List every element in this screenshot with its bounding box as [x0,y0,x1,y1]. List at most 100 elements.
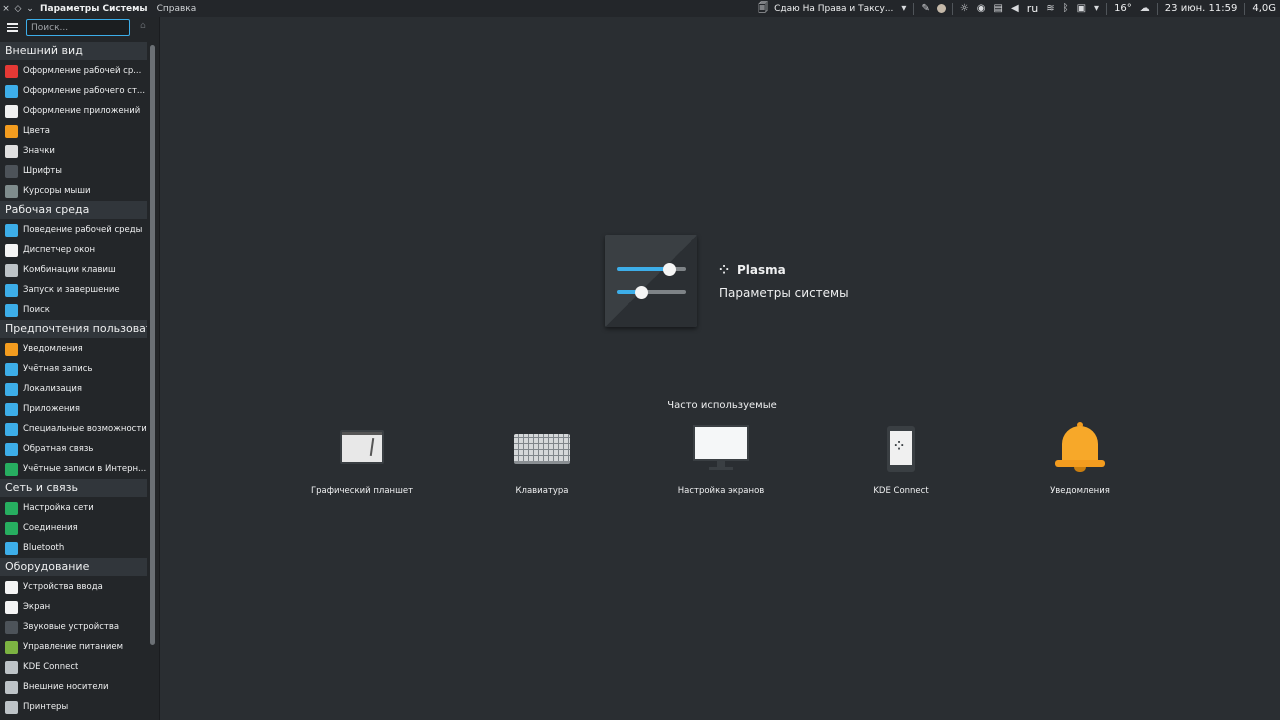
sidebar-item[interactable]: Уведомления [0,339,147,359]
sidebar-item[interactable]: Специальные возможности [0,419,147,439]
sidebar-item-label: Внешние носители [23,682,109,692]
sidebar-scrollbar[interactable] [150,45,155,645]
plasma-brand: ⁘ Plasma [719,263,786,277]
night-color-icon[interactable]: ☼ [960,0,969,17]
sidebar-item[interactable]: Принтеры [0,697,147,717]
digital-clock[interactable]: 23 июн. 11:59 [1165,3,1238,14]
system-settings-logo [605,235,697,327]
sidebar-item-label: Комбинации клавиш [23,265,116,275]
sidebar-item-label: Управление питанием [23,642,123,652]
sidebar-item-label: Bluetooth [23,543,65,553]
wifi-icon[interactable]: ≋ [1046,0,1054,17]
clipboard-icon[interactable]: ▤ [994,0,1003,17]
separator [1156,2,1158,15]
online-accounts-icon [5,462,18,476]
sidebar-item[interactable]: Поиск [0,300,147,320]
steam-icon[interactable]: ◉ [977,0,986,17]
keyboard-icon [513,422,571,478]
sidebar-item-label: Оформление приложений [23,106,141,116]
home-icon[interactable]: ⌂ [140,22,149,31]
hamburger-menu-icon[interactable] [7,23,18,32]
search-icon [5,303,18,317]
sidebar-item[interactable]: Соединения [0,518,147,538]
sidebar-item[interactable]: Оформление приложений [0,101,147,121]
sidebar-item-label: Устройства ввода [23,582,103,592]
input-devices-icon [5,580,18,594]
sidebar-item[interactable]: Управление питанием [0,637,147,657]
printer-icon [5,700,18,714]
category-header: Внешний вид [0,42,147,60]
volume-icon[interactable]: ◀ [1011,0,1019,17]
sidebar-item[interactable]: Учётная запись [0,359,147,379]
color-dot-icon[interactable] [936,4,946,13]
sidebar-item[interactable]: Устройства ввода [0,577,147,597]
phone-icon [5,660,18,674]
usb-icon [5,680,18,694]
window-icon [5,243,18,257]
sidebar-item-label: Учётная запись [23,364,93,374]
sidebar-item[interactable]: Цвета [0,121,147,141]
category-header: Предпочтения пользователя [0,320,147,338]
memory-usage[interactable]: 4,0G [1252,3,1276,14]
help-menu[interactable]: Справка [157,4,197,14]
sidebar-item-label: Курсоры мыши [23,186,91,196]
frequent-item-kdeconnect[interactable]: ⁘ KDE Connect [826,422,976,496]
sidebar-item[interactable]: Поведение рабочей среды [0,220,147,240]
weather-temperature[interactable]: 16° [1114,3,1132,14]
sidebar-item[interactable]: Диспетчер окон [0,240,147,260]
main-content: ⁘ Plasma Параметры системы Часто использу… [160,17,1280,720]
frequent-item-displays[interactable]: Настройка экранов [646,422,796,496]
sidebar-item-label: Обратная связь [23,444,94,454]
category-header: Сеть и связь [0,479,147,497]
sidebar-item[interactable]: Приложения [0,399,147,419]
sidebar-item[interactable]: Оформление рабочего ст... [0,81,147,101]
sidebar-item[interactable]: Обратная связь [0,439,147,459]
media-title[interactable]: Сдаю На Права и Таксу... [774,4,893,14]
device-notifier-icon[interactable]: ▣ [1077,0,1086,17]
weather-rain-icon[interactable]: ☁ [1140,0,1150,17]
sidebar-item-label: Настройка сети [23,503,94,513]
sidebar-item[interactable]: Значки [0,141,147,161]
bell-icon [5,342,18,356]
search-input[interactable] [26,19,130,36]
sidebar-item[interactable]: Оформление рабочей ср... [0,61,147,81]
locale-icon [5,382,18,396]
category-list: Внешний вид Оформление рабочей ср... Оформ… [0,42,147,717]
frequent-item-tablet[interactable]: Графический планшет [287,422,437,496]
sidebar-item[interactable]: Локализация [0,379,147,399]
sidebar-item[interactable]: Bluetooth [0,538,147,558]
sidebar: ⌂ Внешний вид Оформление рабочей ср... Офо… [0,17,160,720]
sidebar-item[interactable]: Комбинации клавиш [0,260,147,280]
dropdown-arrow-icon[interactable]: ▾ [901,0,906,17]
sidebar-item[interactable]: Настройка сети [0,498,147,518]
separator [1106,2,1108,15]
bluetooth-icon[interactable]: ᛒ [1063,0,1069,17]
system-tray: 🗐 Сдаю На Права и Таксу... ▾ ✎ ☼ ◉ ▤ ◀ r… [754,0,1280,17]
sidebar-item[interactable]: Запуск и завершение [0,280,147,300]
sidebar-item[interactable]: Экран [0,597,147,617]
frequent-item-keyboard[interactable]: Клавиатура [467,422,617,496]
frequent-item-label: Графический планшет [310,486,414,496]
workspace-icon [5,223,18,237]
separator [951,2,953,15]
sidebar-item-label: Поведение рабочей среды [23,225,143,235]
sidebar-item[interactable]: Внешние носители [0,677,147,697]
media-player-icon[interactable]: 🗐 [758,0,768,17]
sidebar-item[interactable]: Звуковые устройства [0,617,147,637]
sidebar-header: ⌂ [0,17,159,42]
fonts-icon [5,164,18,178]
close-icon[interactable]: × [0,4,12,14]
window-title: Параметры Системы [40,3,148,14]
sidebar-item[interactable]: Шрифты [0,161,147,181]
pin-icon[interactable]: ◇ [12,4,24,14]
monitor-icon [693,422,749,478]
color-picker-icon[interactable]: ✎ [921,0,929,17]
sidebar-item[interactable]: Курсоры мыши [0,181,147,201]
sidebar-item[interactable]: Учётные записи в Интерн... [0,459,147,479]
window-menu-icon[interactable]: ⌄ [24,4,36,14]
frequent-item-notifications[interactable]: Уведомления [1005,422,1155,496]
keyboard-layout-indicator[interactable]: ru [1027,2,1039,15]
tray-expand-icon[interactable]: ▾ [1094,0,1099,17]
sidebar-item[interactable]: KDE Connect [0,657,147,677]
category-header: Оборудование [0,558,147,576]
